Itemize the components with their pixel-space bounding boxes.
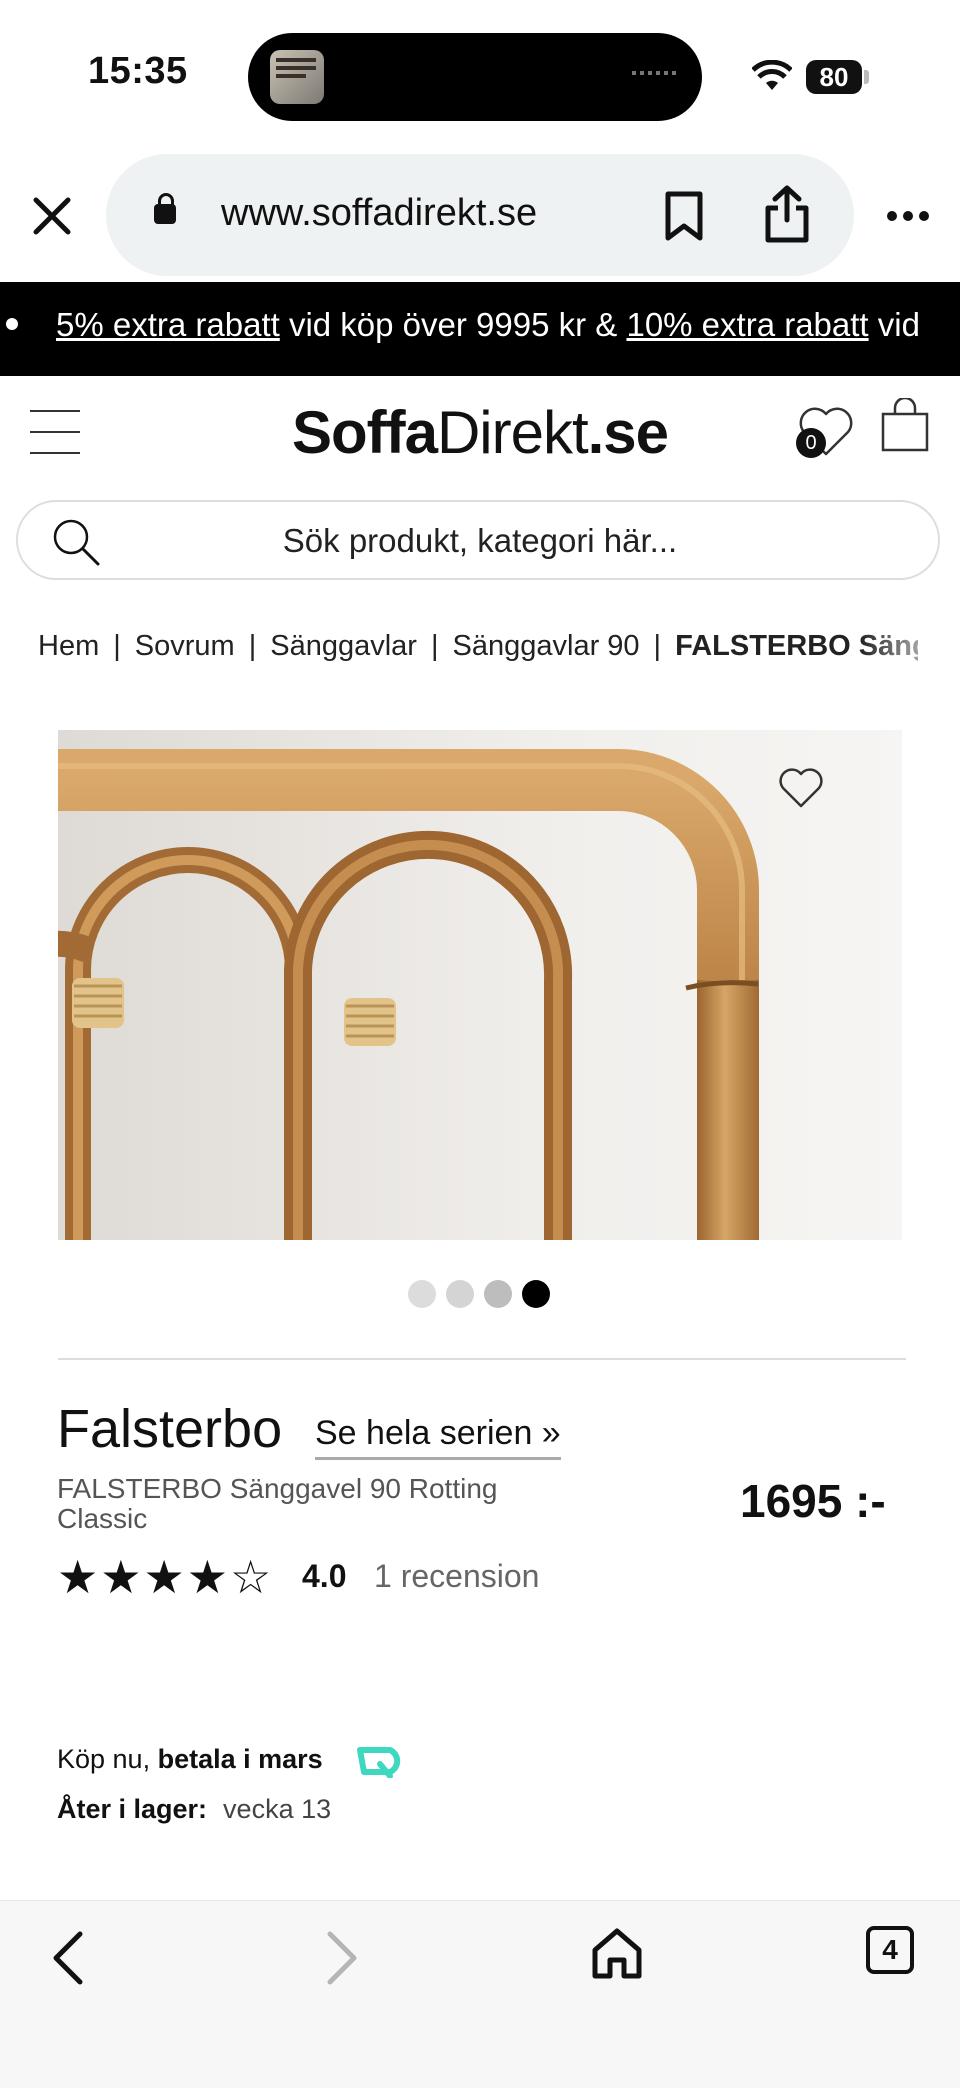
logo-part-direkt: Direkt xyxy=(436,399,589,466)
banner-text-1: vid köp över 9995 kr & xyxy=(279,306,627,343)
now-playing-album-art xyxy=(270,50,324,104)
url-text[interactable]: www.soffadirekt.se xyxy=(221,192,537,235)
wishlist-count-badge: 0 xyxy=(796,428,826,458)
rating-stars[interactable]: ★★★★☆ xyxy=(57,1550,273,1604)
logo-part-soffa: Soffa xyxy=(291,399,438,466)
payment-info: Köp nu, betala i mars xyxy=(57,1744,323,1775)
breadcrumb: Hem | Sovrum | Sänggavlar | Sänggavlar 90 | FALS… xyxy=(38,630,918,663)
logo-part-se: .se xyxy=(587,399,669,466)
section-divider xyxy=(58,1358,906,1360)
search-icon[interactable] xyxy=(50,516,102,568)
view-series-link[interactable]: Se hela serien » xyxy=(315,1414,561,1460)
review-count-link[interactable]: 1 recension xyxy=(374,1558,539,1595)
battery-tip xyxy=(864,70,869,84)
dynamic-island[interactable] xyxy=(248,33,702,121)
breadcrumb-fade xyxy=(860,620,960,670)
search-bar[interactable] xyxy=(16,500,940,580)
wifi-icon xyxy=(752,60,792,90)
breadcrumb-item-hem[interactable]: Hem xyxy=(38,630,99,662)
breadcrumb-separator: | xyxy=(113,630,121,662)
back-icon[interactable] xyxy=(48,1930,88,1986)
discount-link-10[interactable]: 10% extra rabatt xyxy=(626,306,868,343)
browser-toolbar xyxy=(0,1900,960,2088)
carousel-dot-active[interactable] xyxy=(522,1280,550,1308)
product-title: Falsterbo xyxy=(57,1399,283,1459)
more-options-icon[interactable] xyxy=(886,206,930,226)
payment-emphasis: betala i mars xyxy=(157,1744,323,1774)
breadcrumb-item-sovrum[interactable]: Sovrum xyxy=(135,630,235,662)
discount-link-5[interactable]: 5% extra rabatt xyxy=(56,306,280,343)
battery-indicator: 80 xyxy=(806,60,862,94)
address-bar[interactable]: www.soffadirekt.se xyxy=(106,154,854,276)
klarna-logo-icon xyxy=(357,1747,401,1778)
share-icon[interactable] xyxy=(762,184,812,244)
banner-text-2: vid xyxy=(868,306,920,343)
audio-waveform-icon xyxy=(632,71,680,75)
carousel-dot[interactable] xyxy=(484,1280,512,1308)
breadcrumb-separator: | xyxy=(248,630,257,662)
home-icon[interactable] xyxy=(590,1926,644,1980)
close-icon[interactable] xyxy=(26,190,78,242)
favorite-heart-icon[interactable] xyxy=(776,764,826,810)
stock-label: Åter i lager: xyxy=(57,1794,208,1824)
breadcrumb-item-sanggavlar[interactable]: Sänggavlar xyxy=(270,630,417,662)
tabs-button[interactable]: 4 xyxy=(866,1926,914,1974)
breadcrumb-item-sanggavlar-90[interactable]: Sänggavlar 90 xyxy=(453,630,640,662)
search-input[interactable] xyxy=(98,502,862,580)
cart-icon[interactable] xyxy=(880,398,930,454)
breadcrumb-separator: | xyxy=(653,630,662,662)
breadcrumb-separator: | xyxy=(430,630,439,662)
bookmark-icon[interactable] xyxy=(662,190,706,242)
stock-value: vecka 13 xyxy=(223,1794,332,1824)
payment-prefix: Köp nu, xyxy=(57,1744,151,1774)
status-time: 15:35 xyxy=(88,50,188,92)
carousel-indicator xyxy=(408,1280,560,1313)
promo-banner: 5% extra rabatt vid köp över 9995 kr & 1… xyxy=(0,282,960,376)
rating-value: 4.0 xyxy=(302,1558,347,1594)
banner-bullet xyxy=(6,318,18,330)
product-subtitle: FALSTERBO Sänggavel 90 Rotting Classic xyxy=(57,1473,498,1534)
lock-icon xyxy=(154,193,176,224)
stock-info: Åter i lager: vecka 13 xyxy=(57,1794,331,1825)
carousel-dot[interactable] xyxy=(408,1280,436,1308)
forward-icon[interactable] xyxy=(322,1930,362,1986)
product-price: 1695 :- xyxy=(740,1475,886,1527)
carousel-dot[interactable] xyxy=(446,1280,474,1308)
